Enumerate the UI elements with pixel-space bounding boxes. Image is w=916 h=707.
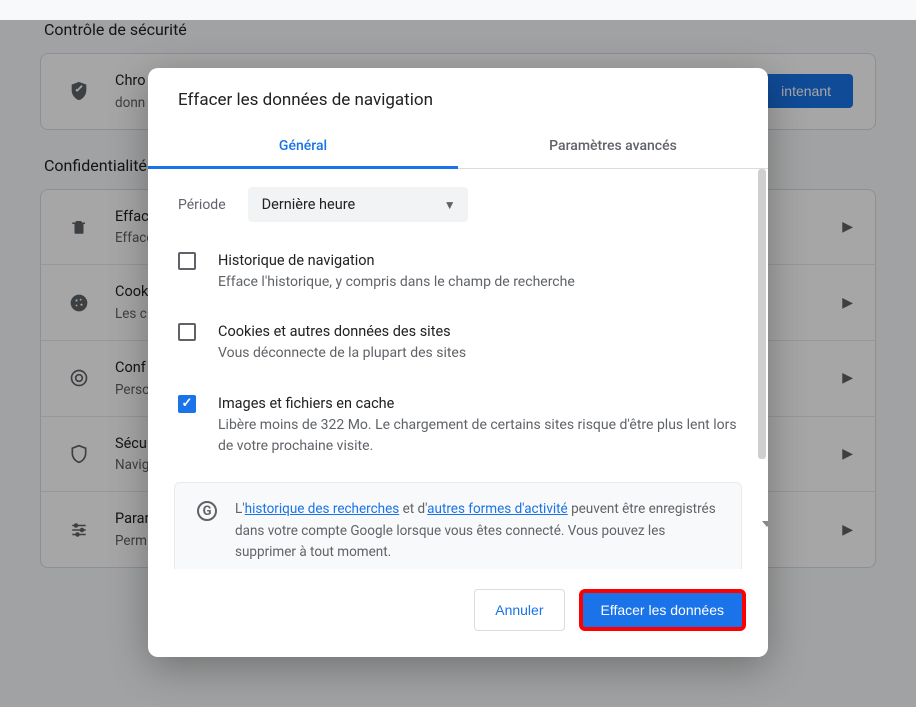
scrollbar[interactable]: [758, 169, 766, 459]
option-title: Images et fichiers en cache: [218, 393, 738, 415]
cancel-button[interactable]: Annuler: [474, 589, 564, 631]
option-sub: Vous déconnecte de la plupart des sites: [218, 343, 738, 365]
google-logo-icon: G: [197, 501, 217, 521]
tab-advanced[interactable]: Paramètres avancés: [458, 124, 768, 169]
option-title: Historique de navigation: [218, 250, 738, 272]
clear-data-dialog: Effacer les données de navigation Généra…: [148, 68, 768, 657]
link-other-activity[interactable]: autres formes d'activité: [427, 501, 568, 517]
option-cache: Images et fichiers en cache Libère moins…: [148, 383, 768, 476]
dialog-footer: Annuler Effacer les données: [148, 569, 768, 657]
checkbox-history[interactable]: [178, 252, 196, 270]
period-select[interactable]: Dernière heure ▼: [248, 187, 468, 222]
tab-general[interactable]: Général: [148, 124, 458, 169]
link-search-history[interactable]: historique des recherches: [245, 501, 400, 517]
option-title: Cookies et autres données des sites: [218, 321, 738, 343]
option-sub: Efface l'historique, y compris dans le c…: [218, 272, 738, 294]
option-cookies: Cookies et autres données des sites Vous…: [148, 311, 768, 382]
option-sub: Libère moins de 322 Mo. Le chargement de…: [218, 415, 738, 458]
clear-data-button[interactable]: Effacer les données: [579, 589, 747, 631]
period-value: Dernière heure: [262, 196, 356, 213]
checkbox-cache[interactable]: [178, 395, 196, 413]
chevron-down-icon: ▼: [444, 198, 456, 212]
period-label: Période: [178, 197, 226, 213]
google-info-text: L'historique des recherches et d'autres …: [235, 499, 719, 564]
dialog-body: Période Dernière heure ▼ Historique de n…: [148, 169, 768, 569]
dialog-title: Effacer les données de navigation: [148, 68, 768, 110]
checkbox-cookies[interactable]: [178, 323, 196, 341]
option-history: Historique de navigation Efface l'histor…: [148, 240, 768, 311]
dialog-tabs: Général Paramètres avancés: [148, 124, 768, 169]
google-info-box: G L'historique des recherches et d'autre…: [174, 482, 742, 569]
